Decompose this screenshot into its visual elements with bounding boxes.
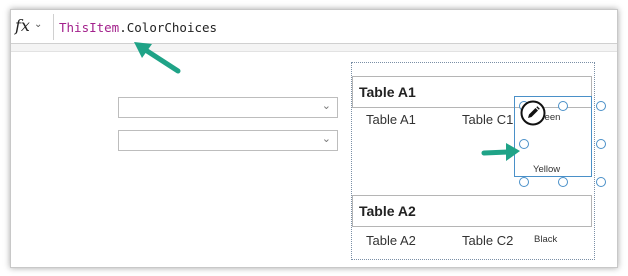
item-col2: Table C2 [462, 233, 514, 248]
item-title: Table A2 [359, 203, 416, 219]
resize-handle[interactable] [558, 177, 568, 187]
chevron-down-icon: ⌄ [321, 133, 331, 145]
item-title: Table A1 [359, 84, 416, 100]
item-col1: Table A2 [366, 233, 416, 248]
item-col2: Table C1 [462, 112, 514, 127]
dropdown-1[interactable]: ⌄ [118, 97, 338, 118]
dropdown-2[interactable]: ⌄ [118, 130, 338, 151]
resize-handle[interactable] [519, 177, 529, 187]
formula-property: .ColorChoices [119, 20, 218, 35]
chevron-down-icon[interactable]: ⌄ [34, 19, 42, 30]
formula-bar: fx ⌄ ThisItem.ColorChoices [11, 10, 617, 44]
resize-handle[interactable] [596, 139, 606, 149]
divider [53, 14, 54, 40]
item-col1: Table A1 [366, 112, 416, 127]
gallery-item-header: Table A2 [352, 195, 592, 227]
pencil-edit-icon[interactable] [520, 100, 546, 126]
formula-input[interactable]: ThisItem.ColorChoices [59, 20, 217, 35]
choice-item: Black [534, 234, 558, 245]
fx-label[interactable]: fx [15, 16, 30, 35]
resize-handle[interactable] [596, 177, 606, 187]
chevron-down-icon: ⌄ [321, 100, 331, 112]
arrow-icon [134, 42, 181, 74]
resize-handle[interactable] [558, 101, 568, 111]
resize-handle[interactable] [596, 101, 606, 111]
arrow-icon [481, 143, 520, 161]
canvas-ruler [11, 44, 617, 52]
formula-keyword: ThisItem [59, 20, 120, 35]
